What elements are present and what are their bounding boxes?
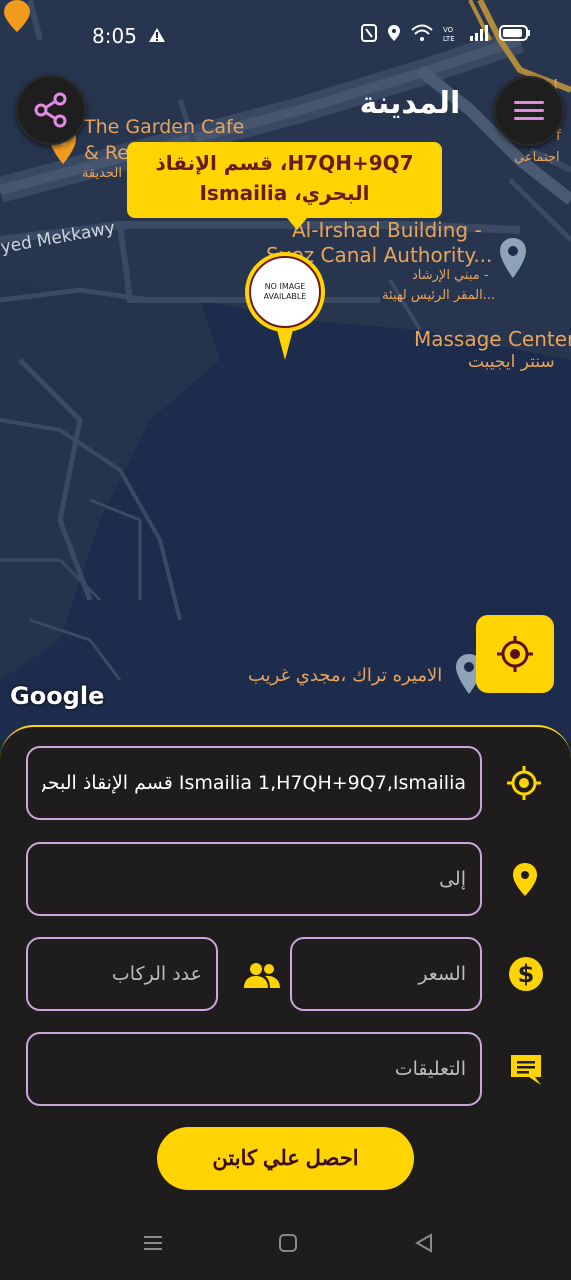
signal-icon — [470, 25, 488, 41]
poi-label[interactable]: & Re — [84, 142, 129, 164]
comments-field[interactable] — [26, 1032, 482, 1106]
from-input[interactable] — [28, 748, 480, 818]
poi-label[interactable]: The Garden Cafe — [84, 116, 244, 138]
tooltip-line-1: H7QH+9Q7، قسم الإنقاذ — [155, 151, 414, 175]
tooltip-line-2: البحري، Ismailia — [199, 181, 370, 205]
share-button[interactable] — [16, 75, 86, 145]
back-icon[interactable] — [413, 1232, 435, 1254]
comments-input[interactable] — [28, 1034, 480, 1104]
google-attribution: Google — [10, 682, 105, 710]
marker-placeholder-text: NO IMAGE AVAILABLE — [249, 256, 321, 328]
recent-apps-icon[interactable] — [142, 1232, 164, 1254]
comment-icon — [511, 1055, 541, 1085]
to-field[interactable] — [26, 842, 482, 916]
poi-label[interactable]: Al-Irshad Building - — [292, 218, 482, 242]
menu-button[interactable] — [494, 76, 564, 146]
request-captain-button[interactable]: احصل علي كابتن — [157, 1127, 414, 1190]
location-icon — [388, 25, 400, 41]
crosshair-icon — [497, 636, 533, 672]
status-bar: 8:05 VO LTE — [0, 0, 571, 72]
poi-label-arabic: سنتر ايجيبت — [468, 352, 555, 372]
battery-icon — [499, 25, 530, 41]
crosshair-icon — [507, 766, 541, 800]
home-icon[interactable] — [277, 1232, 299, 1254]
passengers-icon-wrap — [242, 958, 282, 992]
passengers-field[interactable] — [26, 937, 218, 1011]
from-field[interactable] — [26, 746, 482, 820]
poi-label-arabic: مبني الإرشاد - — [412, 268, 489, 283]
price-icon-wrap: $ — [507, 955, 545, 993]
dollar-icon: $ — [509, 957, 543, 991]
passengers-input[interactable] — [28, 939, 216, 1009]
comments-icon-wrap — [508, 1052, 544, 1088]
poi-label-arabic[interactable]: الاميره تراك ،مجدي غريب — [248, 665, 442, 686]
to-input[interactable] — [28, 844, 480, 914]
poi-label-arabic: الحديقة — [82, 166, 122, 181]
wifi-icon — [411, 24, 433, 41]
poi-pin-icon[interactable] — [498, 236, 528, 282]
poi-label-arabic: المقر الرئيس لهيئة... — [382, 288, 496, 303]
menu-icon — [514, 101, 544, 120]
svg-text:LTE: LTE — [443, 35, 455, 42]
share-icon — [34, 92, 67, 128]
system-nav-bar — [0, 1210, 571, 1280]
price-input[interactable] — [292, 939, 480, 1009]
marker-tail — [277, 330, 293, 360]
price-field[interactable] — [290, 937, 482, 1011]
volte-icon: VOLTE — [443, 26, 455, 42]
warning-icon — [149, 28, 165, 42]
people-icon — [244, 963, 280, 988]
from-location-icon[interactable] — [504, 763, 544, 803]
poi-label[interactable]: Massage Center — [414, 327, 571, 351]
location-pin-icon — [513, 863, 537, 896]
my-location-button[interactable] — [476, 615, 554, 693]
page-title: المدينة — [359, 86, 461, 121]
status-time: 8:05 — [92, 24, 137, 48]
svg-text:VO: VO — [443, 26, 454, 34]
pickup-marker[interactable]: NO IMAGE AVAILABLE — [245, 252, 325, 332]
location-tooltip[interactable]: H7QH+9Q7، قسم الإنقاذ البحري، Ismailia — [127, 142, 442, 230]
poi-label-arabic: اجتماعي — [514, 150, 560, 165]
svg-text:$: $ — [518, 960, 535, 988]
to-location-icon — [510, 860, 540, 900]
nfc-icon — [361, 24, 377, 42]
